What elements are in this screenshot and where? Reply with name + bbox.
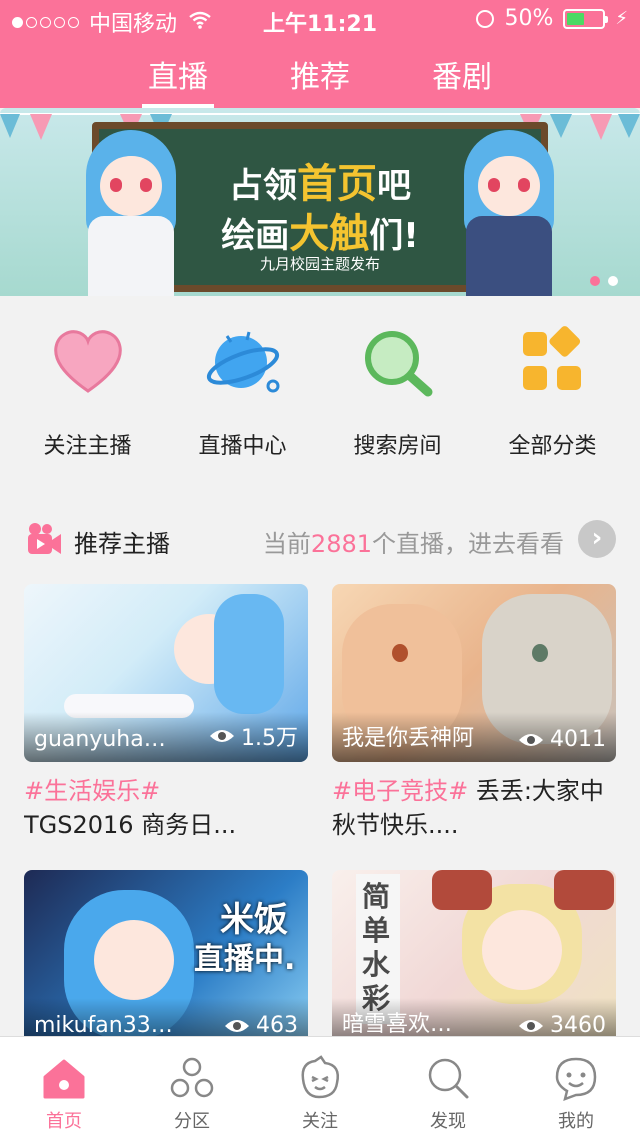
wifi-icon: [189, 11, 211, 34]
nav-categories[interactable]: 分区: [128, 1037, 256, 1136]
nav-label: 发现: [430, 1111, 466, 1132]
category-circles-icon: [170, 1057, 214, 1098]
view-count: 4011: [518, 727, 606, 752]
home-icon: [43, 1059, 85, 1099]
nav-discover[interactable]: 发现: [384, 1037, 512, 1136]
stream-category-tag[interactable]: #电子竞技#: [332, 777, 468, 805]
live-count: 2881: [310, 530, 372, 558]
carrier-name: 中国移动: [89, 12, 178, 37]
streamer-name: 暗雪喜欢…: [342, 1012, 453, 1037]
nav-follow[interactable]: 关注: [256, 1037, 384, 1136]
view-count: 463: [224, 1013, 298, 1038]
section-title: 推荐主播: [74, 530, 170, 558]
charging-icon: ⚡: [615, 8, 628, 29]
app-header: 中国移动 上午11:21 50% ⚡ 直播 推荐 番剧: [0, 0, 640, 108]
stream-thumbnail[interactable]: 米饭 直播中. mikufan33… 463: [24, 870, 308, 1048]
quick-entry-row: 关注主播 直播中心 搜索房间 全部分类: [0, 296, 640, 470]
video-camera-icon: [28, 523, 61, 554]
promo-banner[interactable]: 占领首页吧 绘画大触们! 九月校园主题发布: [0, 108, 640, 296]
quick-entry-label: 全部分类: [508, 434, 597, 459]
profile-face-icon: [555, 1057, 597, 1101]
banner-dot-active[interactable]: [590, 276, 600, 286]
tab-recommend[interactable]: 推荐: [284, 52, 356, 96]
thumbnail-art-text: 简单水彩: [362, 880, 391, 1015]
nav-label: 关注: [302, 1111, 338, 1132]
search-icon: [360, 326, 436, 398]
nav-label: 我的: [558, 1111, 594, 1132]
banner-dot[interactable]: [608, 276, 618, 286]
status-bar-left: 中国移动: [12, 6, 211, 38]
streamer-name: 我是你丢神阿: [342, 726, 475, 751]
discover-search-icon: [428, 1058, 469, 1099]
quick-entry-follow[interactable]: 关注主播: [18, 296, 158, 470]
quick-entry-search-room[interactable]: 搜索房间: [328, 296, 468, 470]
mascot-left-illustration: [70, 130, 190, 296]
banner-page-indicator[interactable]: [590, 276, 618, 286]
eye-icon: [519, 733, 543, 746]
quick-entry-all-categories[interactable]: 全部分类: [483, 296, 623, 470]
category-icon: [515, 326, 591, 398]
status-bar: 中国移动 上午11:21 50% ⚡: [0, 0, 640, 40]
view-count: 3460: [518, 1013, 606, 1038]
thumbnail-art-text: 直播中.: [194, 942, 296, 977]
planet-icon: [205, 326, 281, 398]
recommended-streamers-header[interactable]: 推荐主播 当前2881个直播，进去看看 ›: [0, 510, 640, 570]
top-tab-bar: 直播 推荐 番剧: [0, 52, 640, 108]
nav-profile[interactable]: 我的: [512, 1037, 640, 1136]
stream-title: #电子竞技# 丢丢:大家中秋节快乐....: [332, 774, 616, 842]
nav-label: 分区: [174, 1111, 210, 1132]
stream-title-text: TGS2016 商务日...: [24, 811, 237, 839]
streamer-name: guanyuha…: [34, 727, 166, 752]
stream-category-tag[interactable]: #生活娱乐#: [24, 777, 160, 805]
stream-thumbnail[interactable]: 我是你丢神阿 4011: [332, 584, 616, 762]
stream-card[interactable]: 我是你丢神阿 4011 #电子竞技# 丢丢:大家中秋节快乐....: [332, 584, 616, 842]
mascot-right-illustration: [448, 130, 568, 296]
nav-home[interactable]: 首页: [0, 1037, 128, 1136]
stream-title: #生活娱乐# TGS2016 商务日...: [24, 774, 308, 842]
follow-face-icon: [301, 1055, 339, 1099]
stream-card[interactable]: guanyuha… 1.5万 #生活娱乐# TGS2016 商务日...: [24, 584, 308, 842]
heart-icon: [50, 326, 126, 398]
quick-entry-label: 关注主播: [43, 434, 132, 459]
signal-strength-icon: [12, 16, 79, 28]
bottom-tab-bar: 首页 分区 关注 发现 我的: [0, 1036, 640, 1136]
stream-thumbnail[interactable]: guanyuha… 1.5万: [24, 584, 308, 762]
quick-entry-live-center[interactable]: 直播中心: [173, 296, 313, 470]
eye-icon: [225, 1019, 249, 1032]
nav-label: 首页: [46, 1111, 82, 1132]
alarm-icon: [476, 9, 495, 28]
tab-live[interactable]: 直播: [142, 52, 214, 108]
stream-thumbnail[interactable]: 简单水彩 暗雪喜欢… 3460: [332, 870, 616, 1048]
chevron-right-icon[interactable]: ›: [578, 520, 616, 558]
stream-card[interactable]: 简单水彩 暗雪喜欢… 3460: [332, 870, 616, 1048]
eye-icon: [210, 730, 234, 742]
view-count: 1.5万: [209, 720, 298, 752]
tab-anime[interactable]: 番剧: [426, 52, 498, 96]
eye-icon: [519, 1019, 543, 1032]
quick-entry-label: 直播中心: [198, 434, 287, 459]
battery-icon: [563, 8, 609, 29]
streamer-name: mikufan33…: [34, 1013, 173, 1038]
quick-entry-label: 搜索房间: [353, 434, 442, 459]
battery-percent: 50%: [504, 6, 554, 31]
status-bar-right: 50% ⚡: [476, 6, 628, 31]
live-count-text: 当前2881个直播，进去看看: [262, 530, 564, 558]
stream-card[interactable]: 米饭 直播中. mikufan33… 463: [24, 870, 308, 1048]
